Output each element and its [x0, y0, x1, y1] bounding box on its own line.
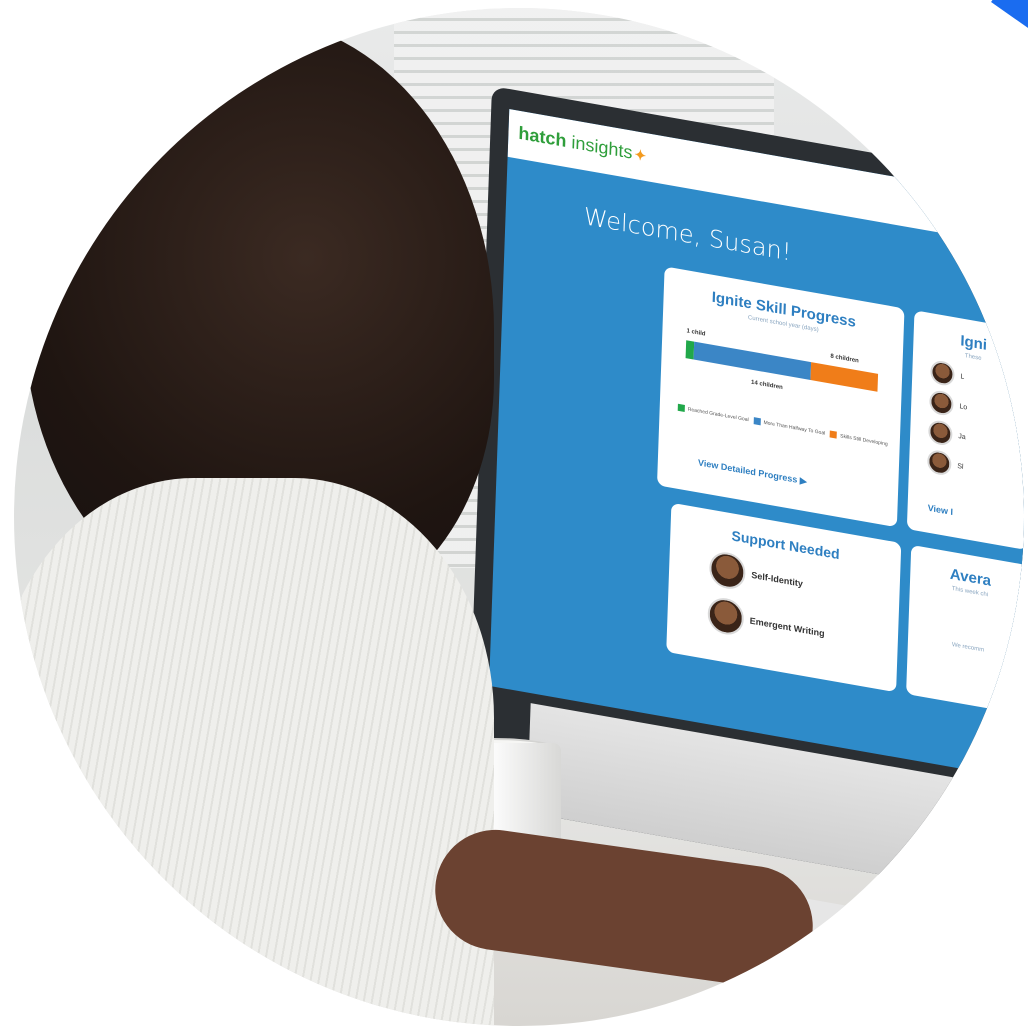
view-detailed-progress-link[interactable]: View Detailed Progress ▶ — [698, 457, 807, 487]
legend-swatch — [677, 403, 685, 412]
card-note: We recomm — [951, 642, 985, 654]
bar-label-middle: 14 children — [750, 379, 783, 392]
avatar — [708, 549, 747, 592]
legend-item: Skills Still Developing — [830, 430, 888, 448]
average-card: Avera This week chi We recomm — [906, 544, 1024, 716]
photo: hatch insights✦ Welcome, Susan! Ignite S… — [14, 8, 1024, 1026]
support-needed-card: Support Needed Self-Identity Emergent Wr… — [666, 502, 902, 693]
avatar — [707, 595, 745, 638]
legend-item: More Than Halfway To Goal — [753, 417, 825, 437]
skill-progress-card: Ignite Skill Progress Current school yea… — [656, 266, 905, 528]
progress-bar-segment — [693, 341, 812, 381]
legend: Reached Grade-Level Goal More Than Halfw… — [677, 403, 888, 448]
legend-swatch — [753, 417, 761, 426]
avatar — [926, 448, 952, 477]
children-card: Igni These L Lo Ja Sl View I — [906, 310, 1024, 551]
spark-icon: ✦ — [634, 146, 647, 165]
avatar — [930, 359, 955, 388]
bar-label-left: 1 child — [686, 328, 706, 338]
bar-label-right: 8 children — [830, 353, 859, 365]
hatch-insights-logo[interactable]: hatch insights✦ — [518, 123, 646, 166]
legend-item: Reached Grade-Level Goal — [677, 403, 749, 423]
view-link[interactable]: View I — [928, 503, 954, 517]
avatar — [927, 418, 953, 447]
welcome-heading: Welcome, Susan! — [583, 202, 792, 267]
corner-accent — [991, 0, 1028, 31]
legend-swatch — [830, 430, 838, 439]
progress-bar-segment — [810, 362, 879, 392]
woman-shirt — [14, 478, 494, 1026]
avatar — [929, 388, 954, 418]
monitor-screen: hatch insights✦ Welcome, Susan! Ignite S… — [489, 109, 1024, 792]
